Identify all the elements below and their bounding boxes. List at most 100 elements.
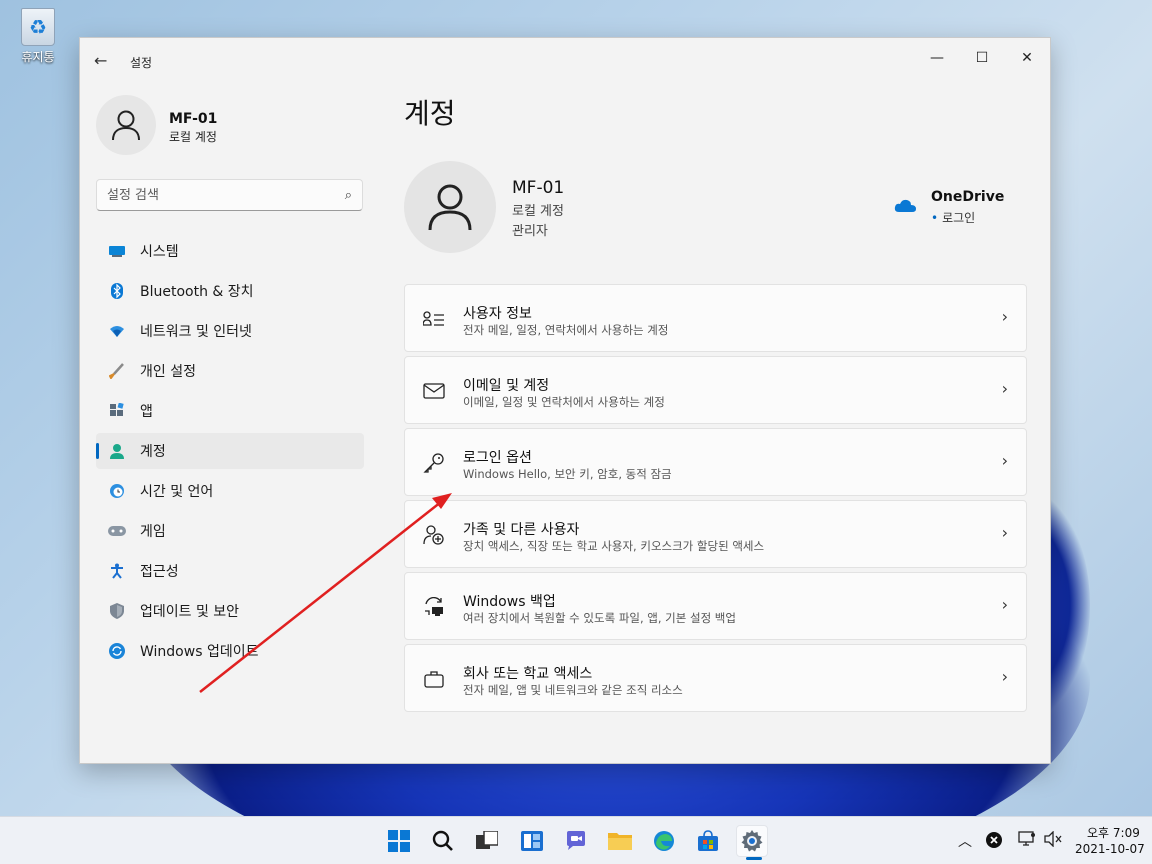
chevron-right-icon: › [1001,379,1008,398]
person-icon [112,110,140,141]
user-role: 관리자 [512,224,548,239]
desktop-icon-recycle-bin[interactable]: ♻ 휴지통 [12,8,64,65]
person-icon [428,184,472,231]
sidebar-item-personalization[interactable]: 개인 설정 [96,353,364,389]
user-account-type: 로컬 계정 [512,204,564,219]
app-title: 설정 [130,56,153,70]
system-icon [108,242,126,260]
sidebar-item-accounts[interactable]: 계정 [96,433,364,469]
maximize-button[interactable]: ☐ [960,44,1004,72]
card-subtitle: 전자 메일, 일정, 연락처에서 사용하는 계정 [463,323,669,337]
card-title: 로그인 옵션 [463,450,532,466]
chevron-right-icon: › [1001,595,1008,614]
start-button[interactable] [383,825,415,857]
gear-icon [741,830,763,852]
store-button[interactable] [692,825,724,857]
edge-button[interactable] [648,825,680,857]
windows-logo-icon [388,830,410,852]
sidebar-item-network[interactable]: 네트워크 및 인터넷 [96,313,364,349]
card-your-info[interactable]: 사용자 정보 전자 메일, 일정, 연락처에서 사용하는 계정 › [404,284,1027,352]
sidebar-item-windows-update[interactable]: Windows 업데이트 [96,633,364,669]
settings-taskbar-button[interactable] [736,825,768,857]
sidebar-item-label: 개인 설정 [140,364,196,380]
sidebar-item-label: 업데이트 및 보안 [140,604,240,620]
onedrive-title[interactable]: OneDrive [931,189,1004,205]
clock-date[interactable]: 2021-10-07 [1075,842,1145,856]
card-access-work-school[interactable]: 회사 또는 학교 액세스 전자 메일, 앱 및 네트워크와 같은 조직 리소스 … [404,644,1027,712]
sidebar-item-gaming[interactable]: 게임 [96,513,364,549]
search-input[interactable] [107,180,327,210]
card-sign-in-options[interactable]: 로그인 옵션 Windows Hello, 보안 키, 암호, 동적 잠금 › [404,428,1027,496]
back-arrow-icon[interactable]: ← [94,51,114,71]
clock-time[interactable]: 오후 7:09 [1087,824,1140,841]
search-icon [432,830,453,851]
widgets-icon [521,831,543,851]
card-subtitle: 이메일, 일정 및 연락처에서 사용하는 계정 [463,395,665,409]
sidebar-item-system[interactable]: 시스템 [96,233,364,269]
error-badge-icon[interactable] [986,832,1002,852]
card-subtitle: 여러 장치에서 복원할 수 있도록 파일, 앱, 기본 설정 백업 [463,611,736,625]
file-explorer-button[interactable] [604,825,636,857]
sidebar-item-label: 네트워크 및 인터넷 [140,324,252,340]
chevron-right-icon: › [1001,307,1008,326]
chevron-right-icon: › [1001,451,1008,470]
card-windows-backup[interactable]: Windows 백업 여러 장치에서 복원할 수 있도록 파일, 앱, 기본 설… [404,572,1027,640]
account-icon [108,442,126,460]
sidebar-item-update-security[interactable]: 업데이트 및 보안 [96,593,364,629]
teams-chat-icon [567,831,585,850]
wifi-icon [108,322,126,340]
settings-window: ← 설정 — ☐ ✕ MF-01 로컬 계정 ⌕ 시스템 Bluetooth &… [79,37,1051,764]
search-box[interactable]: ⌕ [96,179,363,211]
edge-icon [654,831,674,851]
volume-muted-icon[interactable] [1044,830,1062,851]
sidebar-item-accessibility[interactable]: 접근성 [96,553,364,589]
sidebar-item-label: 접근성 [140,564,179,580]
active-app-indicator [746,857,762,860]
card-title: 가족 및 다른 사용자 [463,522,580,538]
widgets-button[interactable] [516,825,548,857]
card-email-accounts[interactable]: 이메일 및 계정 이메일, 일정 및 연락처에서 사용하는 계정 › [404,356,1027,424]
task-view-button[interactable] [471,825,503,857]
chevron-right-icon: › [1001,667,1008,686]
sidebar-item-label: 계정 [140,444,166,460]
minimize-button[interactable]: — [915,44,959,72]
sidebar-item-bluetooth[interactable]: Bluetooth & 장치 [96,273,364,309]
onedrive-icon [894,199,916,212]
user-info-icon [423,309,445,329]
search-icon[interactable]: ⌕ [345,188,352,203]
chat-button[interactable] [560,825,592,857]
globe-clock-icon [108,482,126,500]
card-title: Windows 백업 [463,594,556,610]
close-button[interactable]: ✕ [1005,44,1049,72]
taskbar: ︿ 오후 7:09 2021-10-07 [0,816,1152,864]
briefcase-icon [423,669,445,689]
task-view-icon [476,831,498,849]
settings-card-list: 사용자 정보 전자 메일, 일정, 연락처에서 사용하는 계정 › 이메일 및 … [404,284,1027,716]
sidebar-item-label: 시간 및 언어 [140,484,214,500]
onedrive-status[interactable]: • 로그인 [931,209,975,226]
recycle-bin-icon: ♻ [21,8,55,46]
sidebar-avatar[interactable] [96,95,156,155]
apps-icon [108,402,126,420]
shield-icon [108,602,126,620]
gamepad-icon [108,522,126,540]
key-icon [423,453,445,473]
card-family-other-users[interactable]: 가족 및 다른 사용자 장치 액세스, 직장 또는 학교 사용자, 키오스크가 … [404,500,1027,568]
user-name: MF-01 [512,178,565,198]
sidebar-item-time-language[interactable]: 시간 및 언어 [96,473,364,509]
user-avatar[interactable] [404,161,496,253]
brush-icon [108,362,126,380]
backup-icon [423,597,445,617]
network-icon[interactable] [1018,831,1036,851]
title-bar: ← 설정 — ☐ ✕ [80,38,1050,84]
chevron-up-icon[interactable]: ︿ [958,831,972,851]
status-dot: • [931,211,939,225]
add-user-icon [423,525,445,545]
sidebar-item-label: 앱 [140,404,153,420]
store-icon [698,830,718,851]
mail-icon [423,381,445,401]
card-subtitle: 전자 메일, 앱 및 네트워크와 같은 조직 리소스 [463,683,683,697]
sidebar-item-label: 시스템 [140,244,179,260]
taskbar-search-button[interactable] [427,825,459,857]
sidebar-item-apps[interactable]: 앱 [96,393,364,429]
